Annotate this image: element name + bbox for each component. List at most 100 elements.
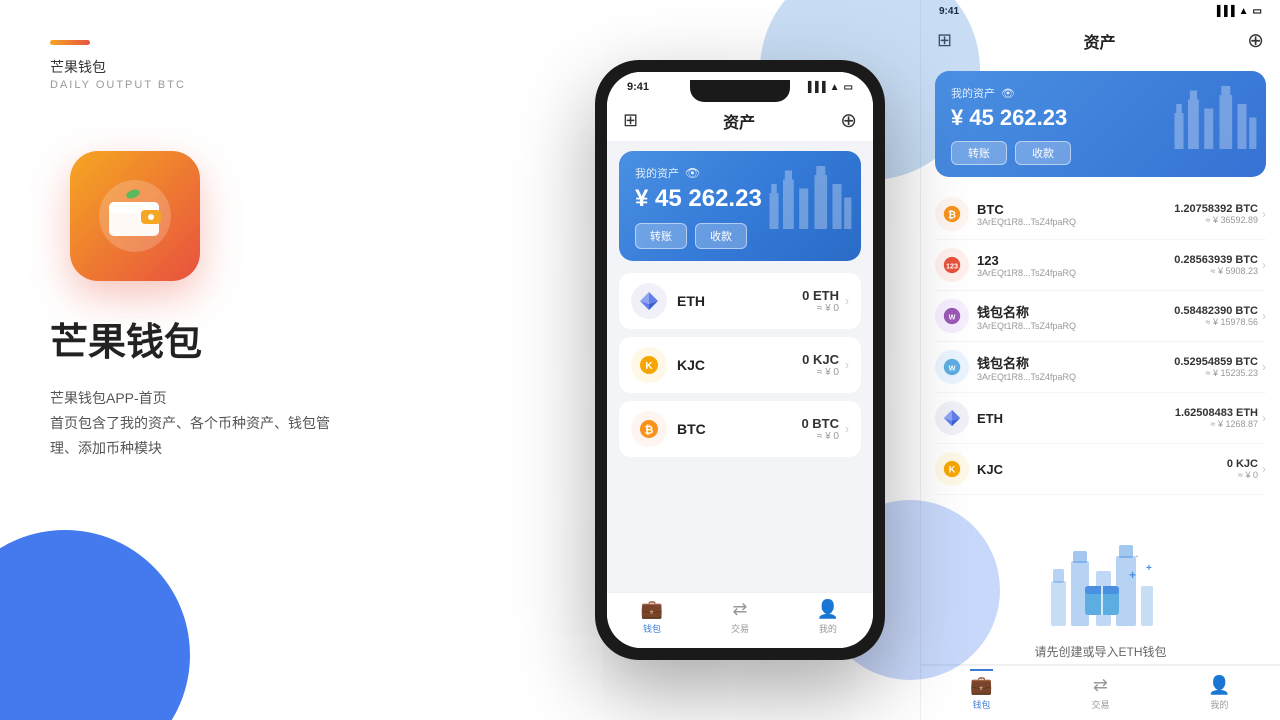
left-panel: 芒果钱包 DAILY OUTPUT BTC 芒果钱包 芒果钱包APP-首页 首页…	[0, 0, 560, 720]
phone-grid-icon[interactable]: ⊞	[623, 110, 638, 131]
coin-row-kjc[interactable]: K KJC 0 KJC ≈ ¥ 0 ›	[619, 337, 861, 393]
wallet-nav-icon: 💼	[641, 599, 663, 620]
rp-kjc-amount: 0 KJC ≈ ¥ 0	[1227, 458, 1258, 480]
skyline-decoration	[765, 157, 855, 229]
rp-btc-arrow: ›	[1262, 207, 1266, 221]
rp-nav-wallet[interactable]: 💼 钱包	[970, 669, 992, 711]
rp-status-bar: 9:41 ▐▐▐ ▲ ▭	[921, 0, 1280, 22]
rp-coin-row-eth[interactable]: ETH 1.62508483 ETH ≈ ¥ 1268.87 ›	[935, 393, 1266, 444]
rp-kjc-arrow: ›	[1262, 462, 1266, 476]
app-desc: 芒果钱包APP-首页 首页包含了我的资产、各个币种资产、钱包管 理、添加币种模块	[50, 386, 510, 462]
phone-nav-mine[interactable]: 👤 我的	[817, 599, 839, 635]
svg-text:₿: ₿	[645, 425, 654, 437]
phone-add-icon[interactable]: ⊕	[840, 108, 857, 133]
rp-123-amount: 0.28563939 BTC ≈ ¥ 5908.23	[1174, 254, 1258, 276]
rp-coin-row-123[interactable]: 123 123 3ArEQt1R8...TsZ4fpaRQ 0.28563939…	[935, 240, 1266, 291]
coin-arrow-eth: ›	[845, 294, 849, 308]
rp-coin-row-kjc[interactable]: K KJC 0 KJC ≈ ¥ 0 ›	[935, 444, 1266, 495]
rp-wallet2-amount: 0.52954859 BTC ≈ ¥ 15235.23	[1174, 356, 1258, 378]
coin-arrow-btc: ›	[845, 422, 849, 436]
desc-line2: 首页包含了我的资产、各个币种资产、钱包管	[50, 415, 330, 431]
middle-panel: 9:41 ▐▐▐ ▲ ▭ ⊞ 资产 ⊕ 我的资产 👁	[560, 0, 920, 720]
rp-wallet2-icon: W	[935, 350, 969, 384]
svg-text:K: K	[949, 465, 956, 475]
rp-btc-info: BTC 3ArEQt1R8...TsZ4fpaRQ	[977, 202, 1174, 227]
svg-text:·: ·	[1136, 552, 1139, 561]
status-icons: ▐▐▐ ▲ ▭	[804, 82, 853, 93]
rp-asset-card: 我的资产 👁 ¥ 45 262.23 转账 收款	[935, 71, 1266, 177]
svg-text:W: W	[949, 364, 956, 373]
rp-nav-mine[interactable]: 👤 我的	[1208, 671, 1230, 711]
tx-nav-icon: ⇄	[732, 599, 747, 620]
phone-nav-tx[interactable]: ⇄ 交易	[731, 599, 749, 635]
rp-coin-row-btc[interactable]: ₿ BTC 3ArEQt1R8...TsZ4fpaRQ 1.20758392 B…	[935, 189, 1266, 240]
svg-text:W: W	[949, 313, 956, 322]
rp-123-arrow: ›	[1262, 258, 1266, 272]
brand-name: 芒果钱包	[50, 57, 510, 77]
svg-text:₿: ₿	[948, 209, 956, 221]
rp-123-info: 123 3ArEQt1R8...TsZ4fpaRQ	[977, 253, 1174, 278]
phone-nav-wallet[interactable]: 💼 钱包	[641, 599, 663, 635]
coin-name-btc: BTC	[677, 421, 801, 437]
svg-text:123: 123	[946, 262, 958, 271]
tx-nav-label: 交易	[731, 622, 749, 635]
wallet-nav-label: 钱包	[643, 622, 661, 635]
phone-asset-card: 我的资产 👁 ¥ 45 262.23 转账 收款	[619, 151, 861, 261]
phone-screen: 9:41 ▐▐▐ ▲ ▭ ⊞ 资产 ⊕ 我的资产 👁	[607, 72, 873, 648]
app-icon-svg	[95, 176, 175, 256]
rp-skyline-decoration	[1170, 77, 1260, 149]
rp-eth-icon	[935, 401, 969, 435]
coin-row-btc[interactable]: ₿ BTC 0 BTC ≈ ¥ 0 ›	[619, 401, 861, 457]
rp-123-icon: 123	[935, 248, 969, 282]
brand-subtitle: DAILY OUTPUT BTC	[50, 79, 510, 91]
rp-eye-icon[interactable]: 👁	[1001, 87, 1015, 100]
rp-tx-nav-label: 交易	[1091, 698, 1109, 711]
kjc-icon: K	[631, 347, 667, 383]
rp-wallet2-arrow: ›	[1262, 360, 1266, 374]
blob-decoration-left	[0, 530, 190, 720]
rp-bottom-nav: 💼 钱包 ⇄ 交易 👤 我的	[921, 664, 1280, 720]
rp-wallet1-info: 钱包名称 3ArEQt1R8...TsZ4fpaRQ	[977, 302, 1174, 331]
mine-nav-label: 我的	[819, 622, 837, 635]
phone-notch	[690, 80, 790, 102]
phone-header: ⊞ 资产 ⊕	[607, 102, 873, 141]
rp-nav-tx[interactable]: ⇄ 交易	[1091, 671, 1109, 711]
rp-coin-row-wallet1[interactable]: W 钱包名称 3ArEQt1R8...TsZ4fpaRQ 0.58482390 …	[935, 291, 1266, 342]
rp-wallet1-icon: W	[935, 299, 969, 333]
rp-add-icon[interactable]: ⊕	[1247, 28, 1264, 53]
svg-text:K: K	[645, 361, 653, 372]
rp-coin-row-wallet2[interactable]: W 钱包名称 3ArEQt1R8...TsZ4fpaRQ 0.52954859 …	[935, 342, 1266, 393]
rp-receive-button[interactable]: 收款	[1015, 141, 1071, 165]
coin-amount-btc: 0 BTC ≈ ¥ 0	[801, 416, 839, 442]
coin-arrow-kjc: ›	[845, 358, 849, 372]
rp-transfer-button[interactable]: 转账	[951, 141, 1007, 165]
coin-row-eth[interactable]: ETH 0 ETH ≈ ¥ 0 ›	[619, 273, 861, 329]
signal-icon: ▐▐▐	[804, 82, 825, 93]
rp-btc-icon: ₿	[935, 197, 969, 231]
rp-mine-nav-label: 我的	[1210, 698, 1228, 711]
svg-text:+: +	[1146, 563, 1152, 574]
rp-tx-nav-icon: ⇄	[1093, 675, 1108, 696]
rp-signal-icon: ▐▐▐	[1213, 6, 1234, 17]
rp-wallet1-arrow: ›	[1262, 309, 1266, 323]
svg-text:+: +	[1129, 568, 1136, 582]
desc-line1: 芒果钱包APP-首页	[50, 390, 167, 406]
rp-wallet1-amount: 0.58482390 BTC ≈ ¥ 15978.56	[1174, 305, 1258, 327]
coin-amount-eth: 0 ETH ≈ ¥ 0	[802, 288, 839, 314]
rp-wallet-nav-label: 钱包	[973, 698, 991, 711]
battery-icon: ▭	[844, 82, 853, 93]
mine-nav-icon: 👤	[817, 599, 839, 620]
rp-wallet2-info: 钱包名称 3ArEQt1R8...TsZ4fpaRQ	[977, 353, 1174, 382]
phone-frame: 9:41 ▐▐▐ ▲ ▭ ⊞ 资产 ⊕ 我的资产 👁	[595, 60, 885, 660]
eye-icon[interactable]: 👁	[685, 166, 700, 180]
phone-content: 我的资产 👁 ¥ 45 262.23 转账 收款	[607, 141, 873, 592]
wifi-icon: ▲	[830, 82, 840, 93]
rp-kjc-info: KJC	[977, 462, 1227, 477]
rp-kjc-icon: K	[935, 452, 969, 486]
app-name-heading: 芒果钱包	[50, 311, 510, 366]
accent-bar	[50, 40, 90, 45]
rp-battery-icon: ▭	[1253, 6, 1262, 17]
transfer-button[interactable]: 转账	[635, 223, 687, 249]
receive-button[interactable]: 收款	[695, 223, 747, 249]
desc-line3: 理、添加币种模块	[50, 440, 162, 456]
